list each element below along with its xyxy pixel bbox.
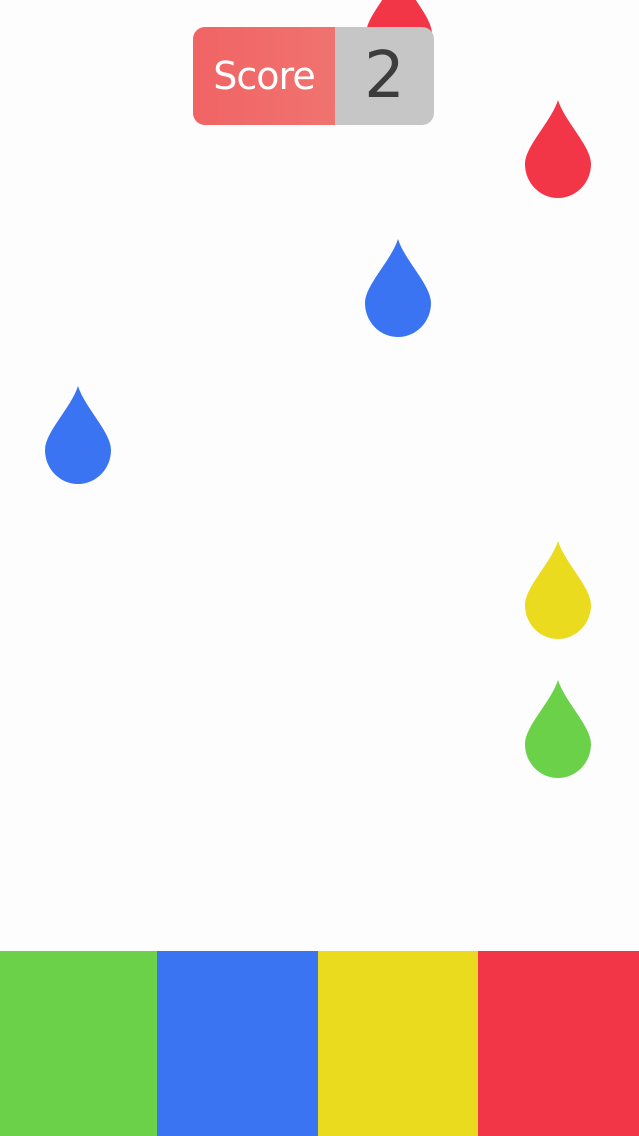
green-lane-button[interactable] [0,951,157,1136]
blue-drop-center [365,239,431,337]
score-label: Score [193,27,335,125]
score-value: 2 [335,27,434,125]
color-lane-bar [0,951,639,1136]
yellow-drop-right [525,541,591,639]
blue-drop-left [45,386,111,484]
red-drop-right-upper [525,100,591,198]
yellow-lane-button[interactable] [318,951,478,1136]
red-lane-button[interactable] [478,951,639,1136]
green-drop-right [525,680,591,778]
blue-lane-button[interactable] [157,951,318,1136]
score-badge: Score 2 [193,27,434,125]
